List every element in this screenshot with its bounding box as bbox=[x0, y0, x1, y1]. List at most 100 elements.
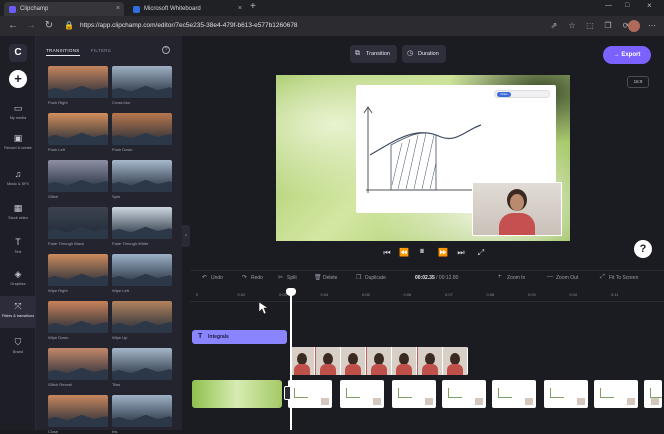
frame-cam bbox=[525, 398, 533, 405]
frame-body bbox=[345, 364, 361, 375]
transition-thumbnail[interactable] bbox=[112, 254, 172, 286]
frame-graph bbox=[398, 388, 412, 398]
help-icon[interactable]: ? bbox=[162, 46, 170, 54]
timeline-ruler[interactable]: 0 0:02 0:03 0:04 0:05 0:06 0:07 0:08 0:09 0:10 0:1… bbox=[190, 288, 664, 302]
redo-button[interactable]: ↷ Redo bbox=[242, 275, 263, 281]
rail-item-text[interactable]: T Text bbox=[0, 236, 36, 255]
avatar[interactable] bbox=[628, 20, 640, 32]
browser-tab-whiteboard[interactable]: Microsoft Whiteboard × bbox=[128, 2, 246, 16]
transition-button[interactable]: ⧉ Transition bbox=[350, 45, 397, 63]
transition-thumbnail[interactable] bbox=[48, 254, 108, 286]
minimize-icon[interactable]: — bbox=[605, 2, 612, 9]
lock-icon: 🔒 bbox=[64, 21, 74, 30]
rail-item-stock-video[interactable]: ▦ Stock video bbox=[0, 202, 36, 221]
transition-thumbnail[interactable] bbox=[48, 113, 108, 145]
transition-thumbnail[interactable] bbox=[112, 113, 172, 145]
green-transition-segment[interactable] bbox=[192, 380, 282, 408]
transition-thumbnail[interactable] bbox=[48, 207, 108, 239]
close-tab-icon[interactable]: × bbox=[116, 2, 120, 16]
rail-label: Record & create bbox=[4, 146, 32, 150]
button-label: Zoom In bbox=[507, 275, 526, 281]
button-label: Zoom Out bbox=[556, 275, 579, 281]
transition-thumbnail[interactable] bbox=[112, 348, 172, 380]
new-tab-icon[interactable]: + bbox=[250, 1, 256, 12]
frame-cam bbox=[651, 398, 659, 405]
frame-graph bbox=[498, 388, 512, 398]
tab-transitions[interactable]: TRANSITIONS bbox=[46, 48, 80, 56]
fullscreen-icon[interactable]: ⤢ bbox=[475, 248, 487, 258]
zoom-in-button[interactable]: + Zoom In bbox=[498, 274, 526, 281]
maximize-icon[interactable]: □ bbox=[625, 2, 629, 9]
zoom-out-button[interactable]: — Zoom Out bbox=[547, 274, 579, 281]
tab-filters[interactable]: FILTERS bbox=[91, 48, 111, 53]
delete-button[interactable]: 🗑 Delete bbox=[314, 275, 337, 281]
person-face bbox=[510, 194, 524, 211]
split-button[interactable]: ✂ Split bbox=[278, 275, 297, 281]
transition-label: Wipe Left bbox=[112, 288, 129, 293]
transition-label: Fade Through White bbox=[112, 241, 149, 246]
transition-thumbnail[interactable] bbox=[112, 160, 172, 192]
current-time: 00:02.35 bbox=[415, 275, 435, 281]
fast-forward-icon[interactable]: ⏩ bbox=[437, 248, 449, 257]
transition-thumbnail[interactable] bbox=[48, 301, 108, 333]
transition-thumbnail[interactable] bbox=[112, 395, 172, 427]
browser-tab-clipchamp[interactable]: Clipchamp × bbox=[4, 2, 124, 16]
rail-item-filters-transitions[interactable]: ⤧ Filters & transitions bbox=[0, 296, 36, 328]
frame-graph bbox=[294, 388, 308, 398]
rail-label: Filters & transitions bbox=[1, 314, 35, 318]
clipchamp-logo-icon[interactable]: C bbox=[9, 44, 27, 62]
skip-forward-icon[interactable]: ⏭ bbox=[455, 248, 467, 258]
add-media-button[interactable]: + bbox=[9, 70, 27, 88]
rail-item-my-media[interactable]: ▭ My media bbox=[0, 102, 36, 121]
share-icon[interactable]: ⇗ bbox=[548, 20, 560, 32]
undo-button[interactable]: ↶ Undo bbox=[202, 275, 223, 281]
url-field[interactable]: https://app.clipchamp.com/editor/7ec5e23… bbox=[80, 20, 298, 32]
transition-label: Wipe Up bbox=[112, 335, 128, 340]
close-tab-icon[interactable]: × bbox=[238, 2, 242, 16]
pause-icon[interactable]: ⏸ bbox=[416, 246, 428, 257]
duplicate-button[interactable]: ❐ Duplicate bbox=[356, 275, 386, 281]
sketch-curve bbox=[369, 124, 482, 156]
text-clip[interactable]: T Integrals bbox=[192, 330, 287, 344]
rail-item-graphics[interactable]: ◈ Graphics bbox=[0, 268, 36, 287]
rail-item-music-sfx[interactable]: ♫ Music & SFX bbox=[0, 168, 36, 187]
close-window-icon[interactable]: × bbox=[647, 1, 652, 10]
transition-thumbnail[interactable] bbox=[112, 301, 172, 333]
webcam-clip[interactable] bbox=[290, 347, 468, 375]
transition-thumbnail[interactable] bbox=[48, 66, 108, 98]
rewind-icon[interactable]: ⏪ bbox=[398, 248, 410, 257]
playhead-line[interactable] bbox=[290, 290, 292, 430]
collections-icon[interactable]: ❐ bbox=[602, 20, 614, 32]
duration-button[interactable]: ◷ Duration bbox=[402, 45, 446, 63]
mouse-cursor-icon bbox=[258, 301, 268, 315]
refresh-icon[interactable]: ↻ bbox=[42, 19, 56, 33]
webcam-frame bbox=[366, 347, 392, 375]
button-label: Split bbox=[287, 275, 297, 281]
extensions-icon[interactable]: ⬚ bbox=[584, 20, 596, 32]
transition-label: Wipe Right bbox=[48, 288, 68, 293]
video-preview[interactable]: Draw bbox=[276, 75, 570, 241]
favorite-star-icon[interactable]: ☆ bbox=[566, 20, 578, 32]
rail-item-record-create[interactable]: ▣ Record & create bbox=[0, 132, 36, 151]
collapse-panel-handle[interactable]: ‹ bbox=[182, 225, 190, 247]
transition-thumbnail[interactable] bbox=[48, 348, 108, 380]
fit-to-screen-button[interactable]: ⤢ Fit To Screen bbox=[600, 274, 638, 281]
more-menu-icon[interactable]: ⋯ bbox=[646, 20, 658, 32]
transition-thumbnail[interactable] bbox=[112, 207, 172, 239]
transition-label: Fade Through Black bbox=[48, 241, 84, 246]
export-button[interactable]: → Export bbox=[603, 46, 651, 64]
frame-graph bbox=[448, 388, 462, 398]
rail-item-brand[interactable]: ⛉ Brand bbox=[0, 336, 36, 355]
undo-icon: ↶ bbox=[202, 275, 208, 281]
camera-icon: ▣ bbox=[13, 133, 23, 143]
skip-back-icon[interactable]: ⏮ bbox=[381, 248, 393, 258]
transition-thumbnail[interactable] bbox=[48, 160, 108, 192]
back-icon[interactable]: ← bbox=[6, 19, 20, 33]
playhead-handle[interactable] bbox=[286, 288, 296, 296]
transition-thumbnail[interactable] bbox=[48, 395, 108, 427]
aspect-ratio-button[interactable]: 16:9 bbox=[627, 76, 649, 88]
help-button[interactable]: ? bbox=[634, 240, 652, 258]
forward-icon[interactable]: → bbox=[24, 19, 38, 33]
frame-body bbox=[319, 364, 336, 375]
transition-thumbnail[interactable] bbox=[112, 66, 172, 98]
